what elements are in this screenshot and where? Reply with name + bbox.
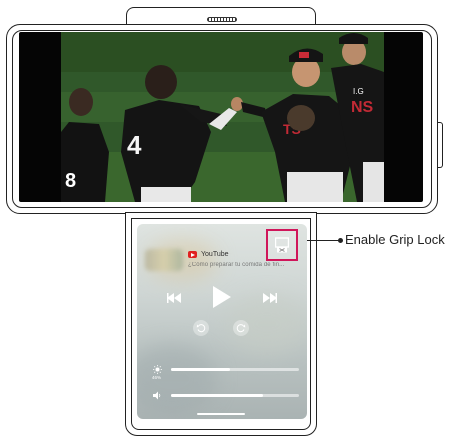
skip-next-icon[interactable]: [263, 293, 277, 303]
playback-controls: [137, 286, 307, 316]
brightness-slider-fill: [171, 368, 230, 371]
forward-icon[interactable]: [233, 320, 249, 336]
brightness-label: 46%: [152, 375, 162, 380]
main-phone-screen-frame: 8 4 TS NS I.G: [6, 24, 443, 214]
svg-text:I.G: I.G: [353, 87, 364, 96]
volume-slider-fill: [171, 394, 264, 397]
skip-previous-icon[interactable]: [167, 293, 181, 303]
callout-dot: [338, 238, 343, 243]
svg-text:NS: NS: [351, 99, 374, 116]
grip-lock-icon: [275, 237, 289, 253]
youtube-logo-icon: [188, 251, 197, 258]
background-blur: [137, 344, 217, 414]
home-indicator[interactable]: [197, 413, 245, 415]
video-player[interactable]: 8 4 TS NS I.G: [61, 32, 384, 202]
seek-controls: [137, 320, 307, 338]
main-screen[interactable]: 8 4 TS NS I.G: [19, 32, 423, 202]
media-app-name: YouTube: [201, 251, 229, 258]
media-title: ¿Cómo preparar tu comida de fin...: [188, 262, 285, 268]
rewind-icon[interactable]: [193, 320, 209, 336]
play-icon[interactable]: [213, 286, 231, 308]
brightness-control: 46%: [151, 364, 301, 380]
volume-control: [151, 390, 301, 402]
callout-line: [307, 240, 341, 242]
grip-lock-callout-label: Enable Grip Lock: [345, 232, 445, 247]
speaker-grille-icon: [207, 17, 237, 22]
svg-text:8: 8: [65, 170, 76, 192]
baseball-video-frame: 8 4 TS NS I.G: [61, 32, 384, 202]
video-thumbnail[interactable]: [145, 249, 183, 271]
grip-lock-button[interactable]: [266, 229, 298, 261]
side-button[interactable]: [438, 122, 443, 168]
brightness-slider[interactable]: [171, 368, 299, 371]
media-control-panel: YouTube ¿Cómo preparar tu comida de fin.…: [137, 224, 307, 419]
svg-text:4: 4: [127, 130, 142, 160]
media-source: YouTube: [188, 251, 229, 258]
volume-slider[interactable]: [171, 394, 299, 397]
volume-icon: [153, 391, 161, 400]
brightness-icon: [153, 365, 162, 374]
